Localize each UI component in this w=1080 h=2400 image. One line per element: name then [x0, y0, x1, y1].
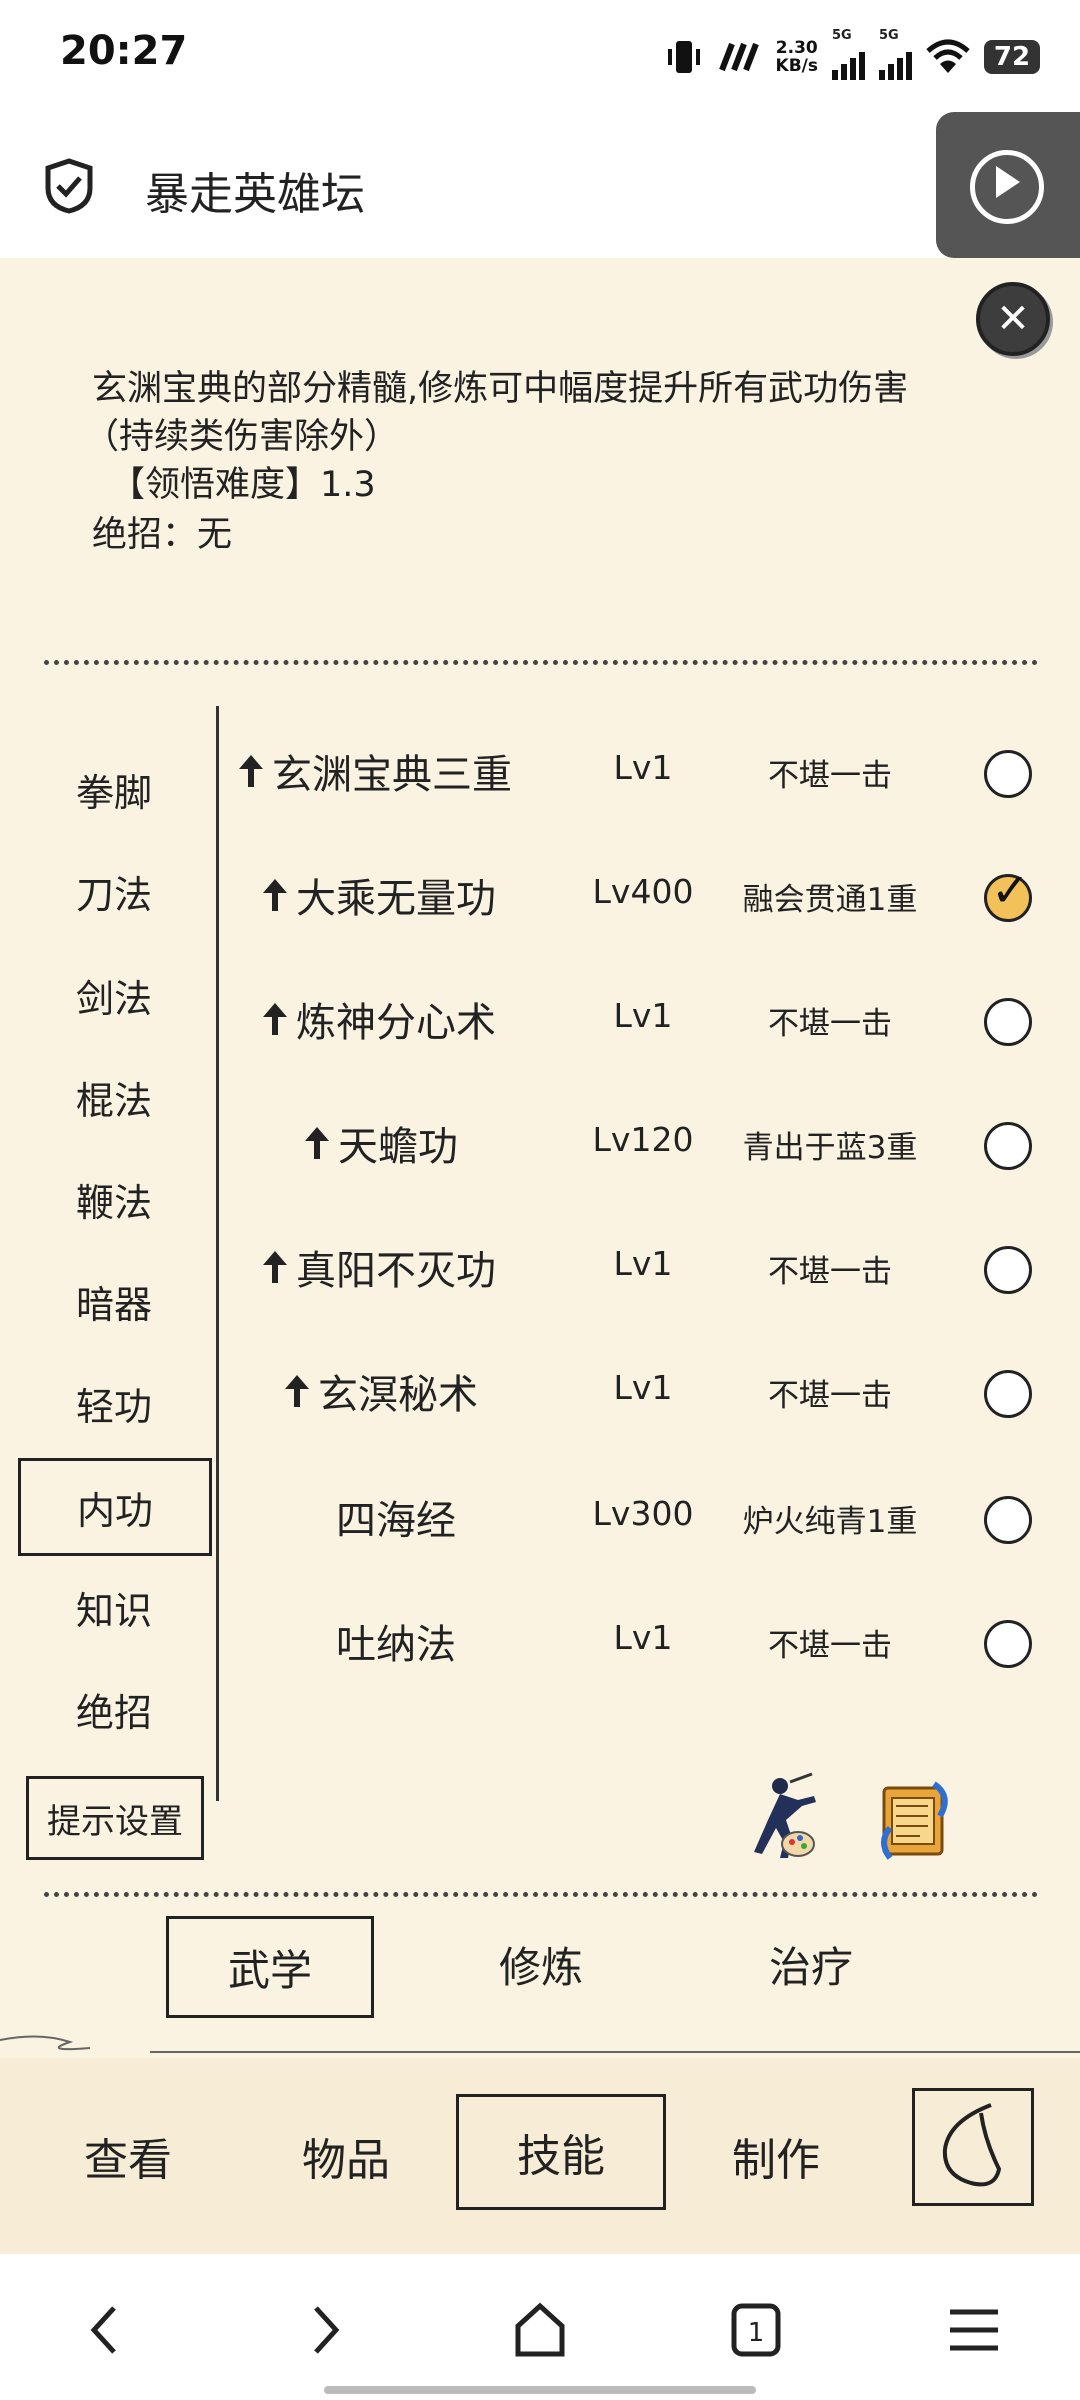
net-speed-value: 2.30: [775, 38, 818, 58]
signal-2-label: 5G: [879, 28, 899, 43]
upgrade-arrow-icon: [260, 999, 290, 1039]
upgrade-arrow-icon: [260, 1247, 290, 1287]
home-indicator: [324, 2386, 756, 2394]
skill-name-text: 炼神分心术: [296, 1000, 496, 1046]
category-jianfa[interactable]: 剑法: [28, 962, 200, 1028]
skill-realm: 不堪一击: [768, 1006, 892, 1042]
nfc-icon: [718, 42, 759, 72]
skill-level: Lv300: [592, 1494, 694, 1533]
skill-realm: 不堪一击: [768, 758, 892, 794]
skill-realm: 不堪一击: [768, 1628, 892, 1664]
skill-select-radio[interactable]: [984, 1620, 1032, 1668]
skill-name: 真阳不灭功: [260, 1238, 496, 1296]
skill-level: Lv1: [613, 748, 673, 787]
category-anqi[interactable]: 暗器: [28, 1268, 200, 1334]
nav-back-icon[interactable]: [76, 2300, 136, 2360]
skill-name-text: 大乘无量功: [296, 876, 496, 922]
battery-indicator: 72: [984, 40, 1040, 74]
status-time: 20:27: [60, 28, 188, 74]
decorative-brush-line: [0, 2035, 1080, 2053]
signal-1: 5G: [832, 28, 865, 80]
divider-bottom: [44, 1892, 1038, 1897]
wifi-icon: [926, 39, 970, 73]
skill-level: Lv1: [613, 1368, 673, 1407]
skill-name-text: 玄渊宝典三重: [272, 752, 512, 798]
tab-xiulian[interactable]: 修炼: [440, 1916, 642, 2012]
skill-select-radio[interactable]: [984, 1496, 1032, 1544]
category-gunfa[interactable]: 棍法: [28, 1064, 200, 1130]
skill-select-radio-checked[interactable]: [984, 863, 1032, 922]
category-juezhao[interactable]: 绝招: [28, 1676, 200, 1742]
category-neigong[interactable]: 内功: [18, 1458, 212, 1556]
status-icons: 2.30 KB/s 5G 5G 72: [664, 28, 1040, 82]
skill-realm: 青出于蓝3重: [742, 1130, 918, 1166]
hint-settings-button[interactable]: 提示设置: [26, 1776, 204, 1860]
upgrade-arrow-icon: [282, 1371, 312, 1411]
skill-name: 吐纳法: [336, 1622, 456, 1668]
category-divider: [216, 706, 219, 1801]
tab-wuxue[interactable]: 武学: [166, 1916, 374, 2018]
category-daofa[interactable]: 刀法: [28, 858, 200, 924]
shield-check-icon[interactable]: [44, 158, 94, 214]
skill-name: 天蟾功: [302, 1114, 458, 1172]
skill-name-text: 天蟾功: [338, 1124, 458, 1170]
skill-level: Lv1: [613, 1244, 673, 1283]
skill-difficulty: 【领悟难度】1.3: [110, 465, 376, 505]
nav-home-icon[interactable]: [510, 2300, 570, 2360]
signal-1-label: 5G: [832, 28, 852, 43]
martial-artist-palette-icon[interactable]: [740, 1772, 820, 1862]
skill-name-text: 玄溟秘术: [318, 1372, 478, 1418]
skill-select-radio[interactable]: [984, 998, 1032, 1046]
skill-name: 四海经: [336, 1498, 456, 1544]
skill-realm: 炉火纯青1重: [742, 1504, 918, 1540]
nav-menu-icon[interactable]: [944, 2300, 1004, 2360]
skill-select-radio[interactable]: [984, 1246, 1032, 1294]
nav-forward-icon[interactable]: [294, 2300, 354, 2360]
net-speed-unit: KB/s: [775, 56, 818, 76]
category-bianfa[interactable]: 鞭法: [28, 1166, 200, 1232]
skill-level: Lv1: [613, 996, 673, 1035]
close-button[interactable]: ✕: [976, 282, 1050, 356]
signal-2: 5G: [879, 28, 912, 80]
back-button[interactable]: [912, 2088, 1034, 2206]
skill-select-radio[interactable]: [984, 1370, 1032, 1418]
skill-name: 玄溟秘术: [282, 1362, 478, 1420]
category-zhishi[interactable]: 知识: [28, 1574, 200, 1640]
header-title: 暴走英雄坛: [145, 169, 365, 220]
skill-level: Lv400: [592, 872, 694, 911]
upgrade-arrow-icon: [236, 751, 266, 791]
skill-realm: 不堪一击: [768, 1378, 892, 1414]
skill-realm: 融会贯通1重: [742, 882, 918, 918]
vibrate-icon: [667, 41, 700, 73]
skill-select-radio[interactable]: [984, 1122, 1032, 1170]
category-quanjiao[interactable]: 拳脚: [28, 756, 200, 822]
skill-realm: 不堪一击: [768, 1254, 892, 1290]
upgrade-arrow-icon: [260, 875, 290, 915]
svg-text:1: 1: [748, 2318, 765, 2348]
skill-level: Lv1: [613, 1618, 673, 1657]
tab-wupin[interactable]: 物品: [266, 2108, 426, 2204]
divider-top: [44, 660, 1038, 665]
skill-description-line1: 玄渊宝典的部分精髓,修炼可中幅度提升所有武功伤害: [92, 369, 909, 409]
skill-name-text: 真阳不灭功: [296, 1248, 496, 1294]
nav-tabs-icon[interactable]: 1: [726, 2300, 786, 2360]
back-swirl-icon: [942, 2103, 1002, 2187]
skill-name: 大乘无量功: [260, 866, 496, 924]
skill-select-radio[interactable]: [984, 750, 1032, 798]
tab-zhizuo[interactable]: 制作: [696, 2108, 856, 2204]
tab-chakan[interactable]: 查看: [48, 2108, 208, 2204]
net-speed: 2.30 KB/s: [776, 39, 818, 75]
scroll-book-icon[interactable]: [876, 1776, 956, 1866]
tab-jineng[interactable]: 技能: [456, 2094, 666, 2210]
category-qinggong[interactable]: 轻功: [28, 1370, 200, 1436]
upgrade-arrow-icon: [302, 1123, 332, 1163]
skill-description-line2: （持续类伤害除外）: [84, 417, 400, 457]
skill-ultimate: 绝招：无: [92, 515, 233, 555]
skill-name: 炼神分心术: [260, 990, 496, 1048]
play-icon: [996, 166, 1020, 198]
skill-level: Lv120: [592, 1120, 694, 1159]
tab-zhiliao[interactable]: 治疗: [710, 1916, 912, 2012]
skill-name: 玄渊宝典三重: [236, 742, 512, 800]
